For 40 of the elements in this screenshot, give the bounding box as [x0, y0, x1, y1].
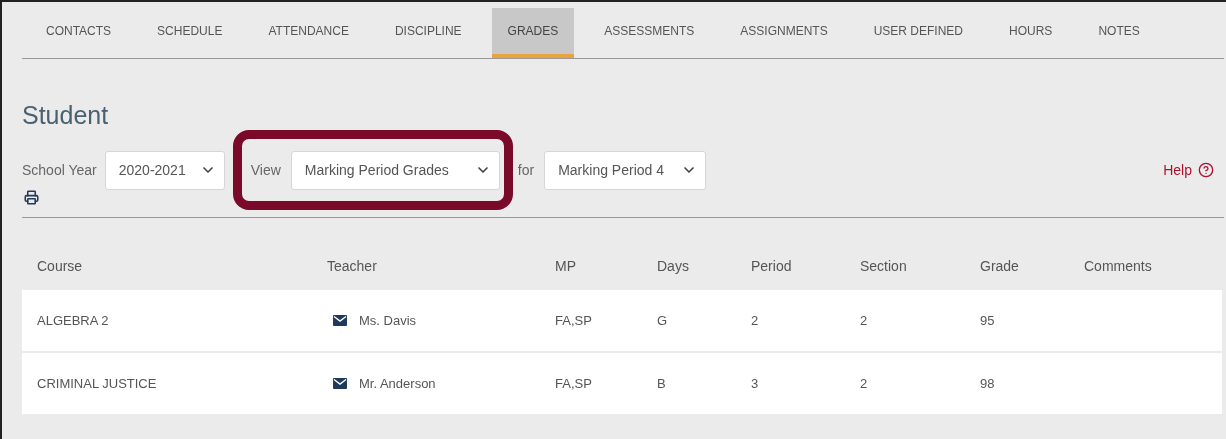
column-header: Teacher [327, 256, 377, 276]
tab[interactable]: ASSESSMENTS [588, 8, 711, 58]
help-link[interactable]: Help [1163, 159, 1192, 181]
column-header: Grade [980, 256, 1019, 276]
page-title: Student [22, 103, 110, 128]
column-header: Period [751, 256, 792, 276]
column-header: MP [555, 256, 576, 276]
school-year-select[interactable]: 2020-2021 [104, 150, 225, 190]
table-cell-text: 2 [860, 374, 868, 393]
table-cell-text: 2 [860, 311, 868, 330]
table-cell-text: 3 [751, 374, 759, 393]
table-cell-text: 95 [980, 311, 995, 330]
table-cell-text: Mr. Anderson [359, 374, 436, 393]
tab[interactable]: HOURS [993, 8, 1069, 58]
column-header: Days [657, 256, 689, 276]
tab[interactable]: DISCIPLINE [378, 8, 478, 58]
tab[interactable]: SCHEDULE [141, 8, 239, 58]
table-cell-text: Ms. Davis [359, 311, 417, 330]
table-cell-text: ALGEBRA 2 [37, 311, 109, 330]
column-header: Comments [1084, 256, 1152, 276]
tab[interactable]: CONTACTS [30, 8, 128, 58]
table-cell-text: FA,SP [555, 374, 592, 393]
tab[interactable]: USER DEFINED [857, 8, 980, 58]
table-cell-text: B [657, 374, 666, 393]
column-header: Section [860, 256, 907, 276]
column-header: Course [37, 256, 83, 276]
tab[interactable]: ATTENDANCE [252, 8, 365, 58]
for-label: for [517, 160, 535, 180]
table-cell-text: 2 [751, 311, 759, 330]
tab[interactable]: GRADES [491, 8, 575, 58]
table-cell-text: CRIMINAL JUSTICE [37, 374, 157, 393]
table-cell-text: FA,SP [555, 311, 592, 330]
view-label: View [250, 160, 281, 180]
view-select[interactable]: Marking Period Grades [290, 150, 500, 190]
marking-period-select[interactable]: Marking Period 4 [544, 150, 707, 190]
table-cell-text: 98 [980, 374, 995, 393]
tab[interactable]: NOTES [1082, 8, 1156, 58]
table-cell-text: G [657, 311, 668, 330]
school-year-label: School Year [22, 160, 97, 180]
tab[interactable]: ASSIGNMENTS [724, 8, 844, 58]
